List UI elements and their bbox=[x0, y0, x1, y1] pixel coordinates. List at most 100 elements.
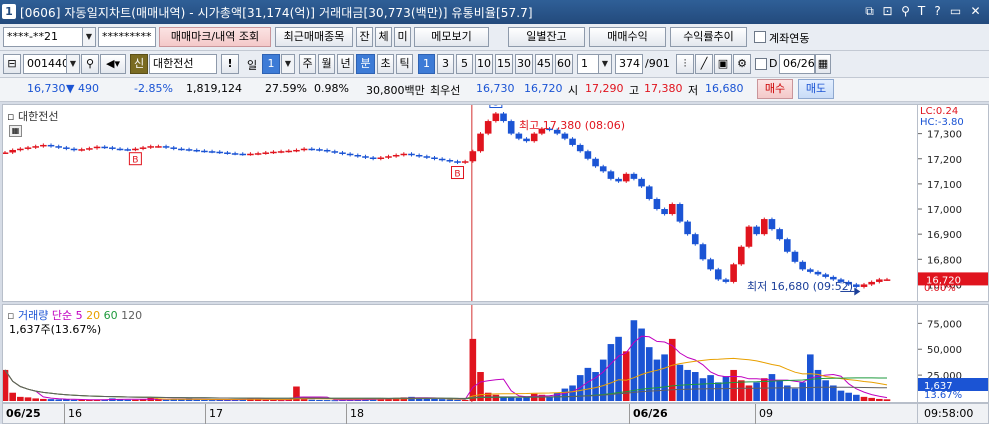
price-tick-label: 17,200 bbox=[927, 155, 962, 166]
lc-label: LC:0.24 bbox=[920, 106, 959, 117]
candle-body bbox=[607, 171, 615, 179]
memo-button[interactable]: 메모보기 bbox=[414, 27, 489, 47]
volume-chart-pane[interactable]: ▫ 거래량 단순 5 20 60 120 1,637주(13.67%) bbox=[2, 304, 918, 403]
close-icon[interactable]: ✕ bbox=[968, 4, 983, 19]
settings-icon[interactable]: ⚙ bbox=[733, 54, 751, 74]
minute-10-button[interactable]: 10 bbox=[475, 54, 493, 74]
volume-current: 1,637주(13.67%) bbox=[9, 323, 102, 336]
candle-body bbox=[415, 154, 423, 157]
draw-tool-icon[interactable]: ╱ bbox=[695, 54, 713, 74]
tab-week[interactable]: 주 bbox=[299, 54, 316, 74]
tab-year[interactable]: 년 bbox=[337, 54, 354, 74]
recent-trades-button[interactable]: 최근매매종목 bbox=[275, 27, 353, 47]
candle-body bbox=[116, 148, 124, 151]
save-icon[interactable]: ▣ bbox=[714, 54, 732, 74]
tab-minute[interactable]: 분 bbox=[356, 54, 375, 74]
volume-bar bbox=[32, 398, 39, 401]
candle-body bbox=[576, 144, 584, 152]
minute-15-button[interactable]: 15 bbox=[495, 54, 513, 74]
trade-marks-button[interactable]: 매매마크/내역 조회 bbox=[159, 27, 271, 47]
candle-body bbox=[132, 148, 139, 151]
tab-month[interactable]: 월 bbox=[318, 54, 335, 74]
price-chart-pane[interactable]: B B S ▫ 대한전선 ▦ 최고 17,380 (08:06) 최저 16,680… bbox=[2, 104, 918, 302]
sell-marker: S bbox=[493, 105, 499, 109]
minute-30-button[interactable]: 30 bbox=[515, 54, 533, 74]
account-link-checkbox[interactable] bbox=[754, 31, 766, 43]
count-field[interactable]: 374 bbox=[615, 54, 643, 74]
high-label: 고 bbox=[629, 84, 640, 97]
executed-button[interactable]: 체 bbox=[375, 27, 392, 47]
chart-tool-icon[interactable]: ⫶ bbox=[676, 54, 694, 74]
capture-icon[interactable]: ⊡ bbox=[880, 4, 895, 19]
unfilled-button[interactable]: 미 bbox=[394, 27, 411, 47]
font-icon[interactable]: T bbox=[914, 4, 929, 19]
custom-interval-field[interactable]: 1 bbox=[577, 54, 599, 74]
candle-body bbox=[201, 150, 208, 153]
alert-button[interactable]: ! bbox=[221, 54, 239, 74]
trade-profit-button[interactable]: 매매수익 bbox=[589, 27, 666, 47]
count-total: /901 bbox=[645, 57, 670, 70]
volume-bar bbox=[561, 388, 569, 401]
candle-body bbox=[285, 150, 293, 153]
period-value[interactable]: 1 bbox=[262, 54, 280, 74]
volume-bar bbox=[208, 400, 216, 402]
volume-bar bbox=[661, 354, 668, 401]
period-dropdown-icon[interactable]: ▼ bbox=[281, 54, 295, 74]
volume-tick-label: 50,000 bbox=[927, 345, 962, 356]
search-icon[interactable]: ⚲ bbox=[81, 54, 99, 74]
stock-name-field[interactable]: 대한전선 bbox=[149, 54, 217, 74]
minute-1-button[interactable]: 1 bbox=[418, 54, 435, 74]
candle-body bbox=[853, 284, 860, 287]
tab-second[interactable]: 초 bbox=[377, 54, 394, 74]
tab-tick[interactable]: 틱 bbox=[396, 54, 413, 74]
volume: 1,819,124 bbox=[186, 82, 242, 95]
minimize-icon[interactable]: ▭ bbox=[948, 4, 963, 19]
candle-body bbox=[745, 226, 753, 247]
tile-icon[interactable]: ⧉ bbox=[862, 4, 877, 19]
candle-body bbox=[185, 149, 193, 151]
return-trend-button[interactable]: 수익률추이 bbox=[670, 27, 747, 47]
candle-body bbox=[691, 234, 699, 245]
minute-3-button[interactable]: 3 bbox=[437, 54, 454, 74]
date-checkbox[interactable] bbox=[755, 58, 767, 70]
calendar-icon[interactable]: ▦ bbox=[815, 54, 831, 74]
sell-button[interactable]: 매도 bbox=[798, 79, 834, 99]
grid-toggle-icon[interactable]: ▦ bbox=[9, 125, 22, 137]
date-field[interactable]: 06/26 bbox=[779, 54, 815, 74]
help-icon[interactable]: ? bbox=[930, 4, 945, 19]
volume-bar bbox=[876, 398, 883, 401]
daily-balance-button[interactable]: 일별잔고 bbox=[508, 27, 585, 47]
candle-body bbox=[193, 149, 201, 152]
stock-code-field[interactable]: 001440 bbox=[23, 54, 67, 74]
volume-bar bbox=[55, 399, 62, 401]
price-chart-svg[interactable]: B B S bbox=[3, 105, 917, 301]
volume-bar bbox=[438, 399, 446, 401]
candle-body bbox=[661, 209, 668, 215]
buy-marker-1: B bbox=[132, 156, 138, 166]
account-toolbar: ****-**21 ▼ ********* 매매마크/내역 조회 최근매매종목 … bbox=[0, 24, 989, 51]
minute-60-button[interactable]: 60 bbox=[555, 54, 573, 74]
buy-button[interactable]: 매수 bbox=[757, 79, 793, 99]
candle-body bbox=[584, 151, 592, 159]
candle-body bbox=[776, 229, 783, 240]
volume-legend-ma120: 120 bbox=[121, 309, 143, 322]
stock-code-dropdown-icon[interactable]: ▼ bbox=[66, 54, 80, 74]
candle-body bbox=[461, 161, 469, 163]
candle-body bbox=[101, 146, 109, 149]
price-tick-label: 17,100 bbox=[927, 180, 962, 191]
account-dropdown-icon[interactable]: ▼ bbox=[82, 27, 96, 47]
volume-bar bbox=[9, 392, 16, 401]
volume-bar bbox=[454, 399, 461, 401]
candle-body bbox=[722, 279, 730, 282]
pin-icon[interactable]: ⚲ bbox=[898, 4, 913, 19]
minute-5-button[interactable]: 5 bbox=[456, 54, 473, 74]
custom-interval-dropdown-icon[interactable]: ▼ bbox=[598, 54, 612, 74]
password-field[interactable]: ********* bbox=[98, 27, 156, 47]
speaker-icon[interactable]: ◀▾ bbox=[100, 54, 126, 74]
minute-45-button[interactable]: 45 bbox=[535, 54, 553, 74]
account-field[interactable]: ****-**21 bbox=[3, 27, 83, 47]
layout-icon[interactable]: ⊟ bbox=[3, 54, 21, 74]
candle-body bbox=[630, 173, 638, 179]
candle-body bbox=[32, 146, 39, 148]
balance-button[interactable]: 잔 bbox=[356, 27, 373, 47]
